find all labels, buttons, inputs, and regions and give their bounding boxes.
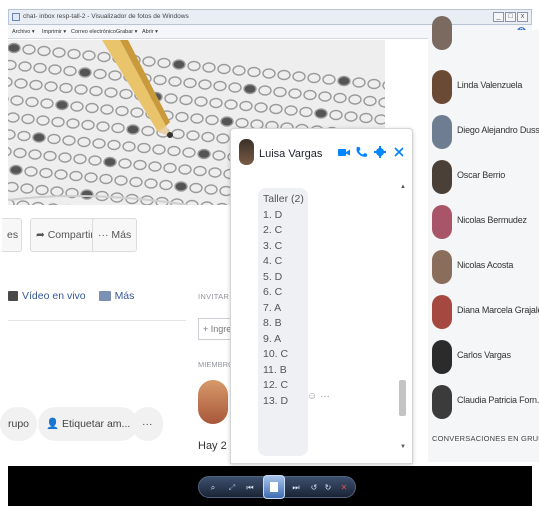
close-chat-icon[interactable] <box>393 146 405 158</box>
more-grid-icon <box>98 291 111 302</box>
more-option[interactable]: Más <box>115 290 135 302</box>
contact-item[interactable]: Diana Marcela Grajales <box>428 289 539 333</box>
contact-avatar <box>432 160 452 194</box>
message-line: 11. B <box>263 363 287 376</box>
contact-name: Diana Marcela Grajales <box>457 305 539 315</box>
contact-avatar <box>432 205 452 239</box>
tag-friends-button[interactable]: 👤 Etiquetar am... <box>38 407 139 441</box>
contact-item[interactable]: Claudia Patricia Forn... <box>428 379 539 423</box>
scroll-down-arrow-icon[interactable]: ▼ <box>400 444 406 450</box>
viewer-controls: ⌕ ⤢ ⏮ ⏭ ↺ ↻ ✕ <box>198 475 356 499</box>
live-video-icon <box>8 291 18 302</box>
window-title-bar: chat- inbox resp-tall-2 - Visualizador d… <box>8 9 532 25</box>
contacts-sidebar: Linda Valenzuela Diego Alejandro Dussan Os… <box>428 16 539 462</box>
message-line: 4. C <box>263 255 283 267</box>
contact-avatar <box>432 16 452 50</box>
contact-item[interactable]: Carlos Vargas <box>428 334 539 378</box>
delete-icon[interactable]: ✕ <box>339 481 349 494</box>
composer-options: Vídeo en vivo Más <box>8 290 134 302</box>
more-button[interactable]: ··· Más <box>92 218 138 252</box>
contact-name: Claudia Patricia Forn... <box>457 395 539 405</box>
member-avatar[interactable] <box>198 380 228 424</box>
message-line: 12. C <box>263 379 289 391</box>
message-line: Taller (2) <box>263 193 304 205</box>
menu-print[interactable]: Imprimir ▾ <box>42 29 66 35</box>
message-line: 2. C <box>263 224 283 236</box>
message-line: 13. D <box>263 394 289 407</box>
menu-email[interactable]: Correo electrónico <box>71 29 116 35</box>
message-bubble: Taller (2) 1. D 2. C 3. C 4. C 5. D 6. C… <box>258 188 308 456</box>
menu-open[interactable]: Abrir ▾ <box>142 29 158 35</box>
minimize-button[interactable]: _ <box>493 12 504 22</box>
composer-more-button[interactable]: ··· <box>132 407 163 441</box>
window-controls: _ □ x <box>493 12 528 22</box>
message-line: 5. D <box>263 270 283 283</box>
contact-avatar <box>432 70 452 104</box>
menu-file[interactable]: Archivo ▾ <box>12 29 35 35</box>
share-button[interactable]: ➦ Compartir <box>30 218 100 252</box>
slideshow-button[interactable] <box>263 475 285 499</box>
video-call-icon[interactable] <box>338 146 350 158</box>
group-composer: Vídeo en vivo Más rupo 👤 Etiquetar am...… <box>0 280 186 458</box>
contact-avatar <box>432 340 452 374</box>
contact-name: Carlos Vargas <box>457 350 511 360</box>
contact-name: Nicolas Acosta <box>457 260 514 270</box>
message-line: 3. C <box>263 239 283 252</box>
window-title: chat- inbox resp-tall-2 - Visualizador d… <box>23 13 189 20</box>
message-line: 8. B <box>263 317 282 329</box>
sidebar-top-partial <box>428 16 539 50</box>
contact-name: Oscar Berrio <box>457 170 506 180</box>
react-emoji-icon[interactable]: ☺ <box>307 391 317 402</box>
message-more-button[interactable]: ··· <box>320 391 330 402</box>
tag-person-icon: 👤 <box>46 418 62 430</box>
contact-item[interactable]: Oscar Berrio <box>428 154 539 198</box>
share-icon: ➦ <box>36 229 48 241</box>
chat-window: Luisa Vargas Taller (2) 1. D 2. C 3. C 4… <box>230 128 413 464</box>
message-line: 6. C <box>263 286 283 298</box>
message-line: 10. C <box>263 348 289 360</box>
scroll-up-arrow-icon[interactable]: ▲ <box>400 184 406 190</box>
contact-item[interactable]: Diego Alejandro Dussan <box>428 109 539 153</box>
live-video-option[interactable]: Vídeo en vivo <box>22 290 86 302</box>
message-actions: ☺ ··· <box>307 391 330 402</box>
prev-icon[interactable]: ⏮ <box>243 481 257 494</box>
chat-header[interactable]: Luisa Vargas <box>231 129 412 179</box>
contact-item[interactable]: Nicolas Acosta <box>428 244 539 288</box>
zoom-icon[interactable]: ⌕ <box>207 481 219 494</box>
chat-scrollbar[interactable]: ▲ ▼ <box>398 184 407 450</box>
actual-size-icon[interactable]: ⤢ <box>227 481 237 494</box>
post-actions: es ➦ Compartir ··· Más <box>2 218 178 252</box>
contact-name: Nicolas Bermudez <box>457 215 527 225</box>
members-heading: MIEMBRO <box>198 360 234 369</box>
contact-avatar <box>432 385 452 419</box>
phone-call-icon[interactable] <box>355 146 367 158</box>
contact-name: Diego Alejandro Dussan <box>457 125 539 135</box>
contact-avatar <box>239 139 254 165</box>
chat-messages: Taller (2) 1. D 2. C 3. C 4. C 5. D 6. C… <box>231 179 412 456</box>
partial-action-button[interactable]: es <box>2 218 22 252</box>
contact-item[interactable]: Linda Valenzuela <box>428 64 539 108</box>
rotate-left-icon[interactable]: ↺ <box>309 481 319 494</box>
contact-avatar <box>432 250 452 284</box>
next-icon[interactable]: ⏭ <box>289 481 303 494</box>
rotate-right-icon[interactable]: ↻ <box>323 481 333 494</box>
group-option-pill[interactable]: rupo <box>0 407 38 441</box>
scroll-thumb[interactable] <box>399 380 406 416</box>
contact-avatar <box>432 115 452 149</box>
message-line: 7. A <box>263 301 282 314</box>
app-icon <box>12 13 20 21</box>
divider <box>8 320 186 321</box>
contact-item[interactable]: Nicolas Bermudez <box>428 199 539 243</box>
close-window-button[interactable]: x <box>517 12 528 22</box>
message-line: 1. D <box>263 208 283 221</box>
message-line: 9. A <box>263 332 282 345</box>
maximize-button[interactable]: □ <box>505 12 516 22</box>
settings-gear-icon[interactable] <box>374 146 386 158</box>
contact-name: Linda Valenzuela <box>457 80 523 90</box>
menu-burn[interactable]: Grabar ▾ <box>116 29 137 35</box>
contact-name[interactable]: Luisa Vargas <box>259 148 322 160</box>
group-conversations-heading: CONVERSACIONES EN GRUP <box>432 434 539 443</box>
viewer-toolbar: ⌕ ⤢ ⏮ ⏭ ↺ ↻ ✕ <box>8 466 532 506</box>
contact-avatar <box>432 295 452 329</box>
